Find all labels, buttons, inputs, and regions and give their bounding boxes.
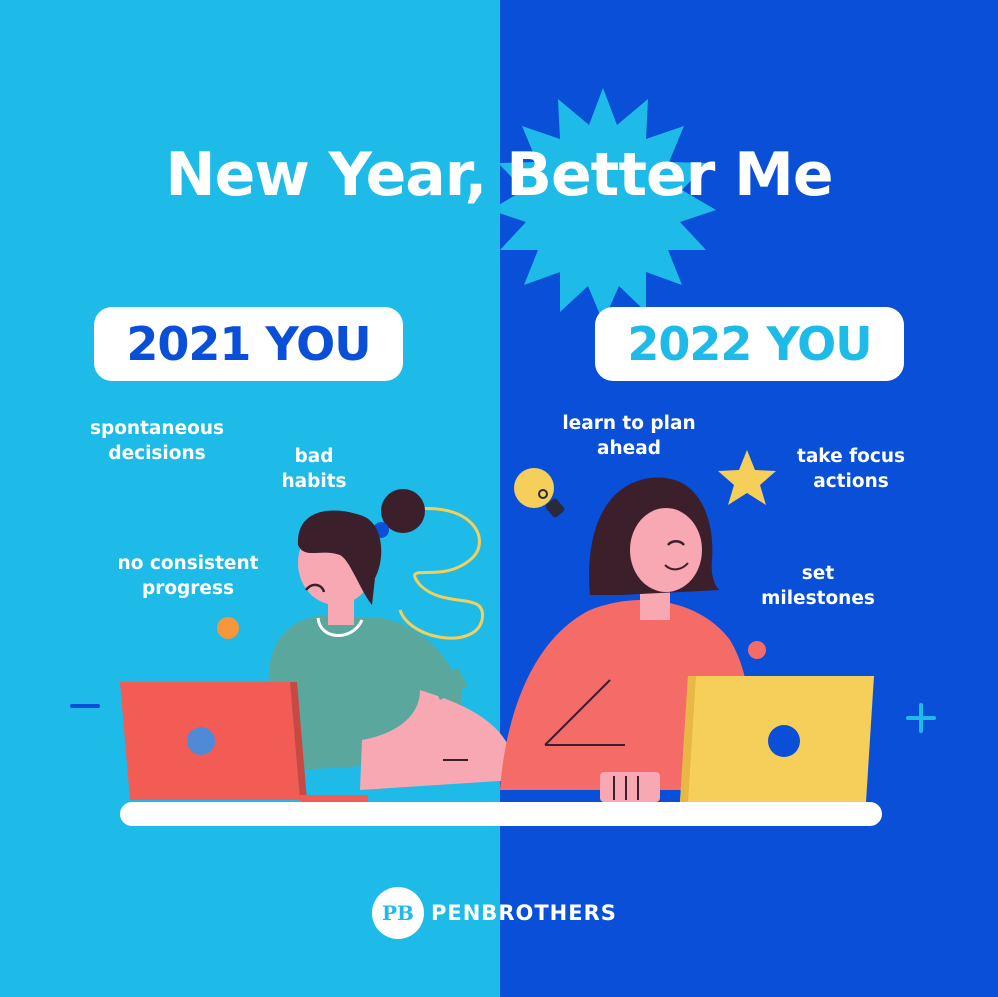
star-icon [718, 450, 776, 505]
laptop-2022-icon [680, 676, 874, 802]
desk [120, 802, 882, 826]
trait-set-milestones: set milestones [761, 563, 875, 609]
penbrothers-logo: PB PENBROTHERS [372, 887, 617, 939]
trait-bad-habits: bad habits [281, 446, 347, 492]
badge-2021: 2021 YOU [94, 307, 403, 381]
poster: New Year, Better Me 2021 YOU 2022 YOU sp… [0, 0, 998, 997]
trait-spontaneous-decisions: spontaneous decisions [89, 418, 225, 464]
woman-2021-illustration [268, 489, 516, 790]
page-title: New Year, Better Me [165, 140, 833, 210]
minus-icon [70, 704, 100, 708]
trait-no-consistent-progress: no consistent progress [117, 553, 259, 599]
plus-icon [906, 703, 936, 733]
orange-dot [217, 617, 239, 639]
badge-2022: 2022 YOU [595, 307, 904, 381]
trait-take-focus-actions: take focus actions [796, 446, 906, 492]
logo-badge: PB [372, 887, 424, 939]
logo-text: PENBROTHERS [431, 901, 617, 925]
lightbulb-icon [514, 468, 565, 518]
trait-learn-to-plan-ahead: learn to plan ahead [562, 413, 696, 459]
